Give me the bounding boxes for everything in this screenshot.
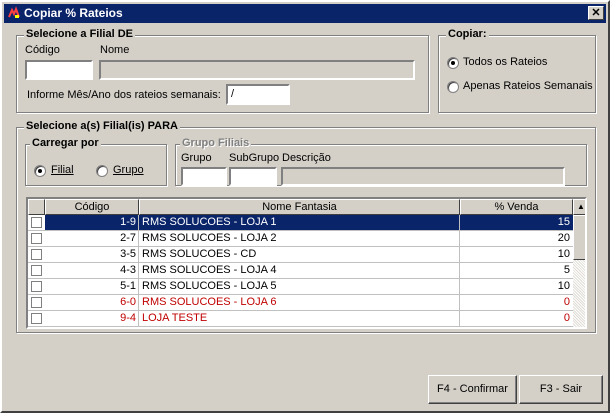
row-check-cell[interactable]: [28, 279, 45, 295]
grupo-filiais-legend: Grupo Filiais: [180, 137, 252, 149]
row-check-cell[interactable]: [28, 311, 45, 327]
venda-cell[interactable]: 10: [460, 279, 573, 295]
codigo-input[interactable]: [25, 60, 93, 80]
todos-rateios-radio[interactable]: [447, 57, 459, 69]
filiais-grid: Código Nome Fantasia % Venda 1-9 RMS SOLU…: [26, 197, 587, 329]
nome-field: [99, 60, 415, 80]
codigo-cell: 4-3: [45, 263, 139, 279]
row-checkbox[interactable]: [31, 297, 42, 308]
table-row[interactable]: 9-4 LOJA TESTE 0: [28, 311, 573, 327]
nome-cell: RMS SOLUCOES - LOJA 1: [139, 215, 460, 231]
copiar-group: Copiar: Todos os Rateios Apenas Rateios …: [438, 28, 596, 113]
nome-cell: RMS SOLUCOES - LOJA 2: [139, 231, 460, 247]
codigo-cell: 2-7: [45, 231, 139, 247]
header-nome-fantasia[interactable]: Nome Fantasia: [139, 199, 460, 215]
mes-ano-label: Informe Mês/Ano dos rateios semanais:: [27, 89, 221, 101]
nome-cell: RMS SOLUCOES - CD: [139, 247, 460, 263]
table-row[interactable]: 3-5 RMS SOLUCOES - CD 10: [28, 247, 573, 263]
descricao-label: Descrição: [282, 152, 331, 164]
codigo-cell: 3-5: [45, 247, 139, 263]
close-button[interactable]: ✕: [588, 6, 604, 20]
descricao-field: [281, 167, 565, 186]
row-checkbox[interactable]: [31, 233, 42, 244]
row-check-cell[interactable]: [28, 231, 45, 247]
header-codigo[interactable]: Código: [45, 199, 139, 215]
row-check-cell[interactable]: [28, 295, 45, 311]
scroll-up-icon[interactable]: ▲: [573, 199, 585, 215]
nome-label: Nome: [100, 44, 130, 56]
nome-cell: LOJA TESTE: [139, 311, 460, 327]
filial-radio-label[interactable]: Filial: [51, 164, 74, 176]
venda-cell[interactable]: 0: [460, 295, 573, 311]
nome-cell: RMS SOLUCOES - LOJA 5: [139, 279, 460, 295]
mes-ano-input[interactable]: /: [226, 84, 290, 105]
table-row[interactable]: 5-1 RMS SOLUCOES - LOJA 5 10: [28, 279, 573, 295]
row-check-cell[interactable]: [28, 215, 45, 231]
table-row[interactable]: 6-0 RMS SOLUCOES - LOJA 60: [28, 295, 573, 311]
venda-cell[interactable]: 15: [460, 215, 573, 231]
nome-cell: RMS SOLUCOES - LOJA 4: [139, 263, 460, 279]
row-checkbox[interactable]: [31, 313, 42, 324]
grupo-radio[interactable]: [96, 165, 108, 177]
codigo-cell: 1-9: [45, 215, 139, 231]
title-bar[interactable]: Copiar % Rateios ✕: [4, 4, 606, 23]
codigo-cell: 5-1: [45, 279, 139, 295]
codigo-label: Código: [25, 44, 60, 56]
venda-cell[interactable]: 0: [460, 311, 573, 327]
row-check-cell[interactable]: [28, 247, 45, 263]
grupo-input[interactable]: [181, 167, 227, 186]
nome-cell: RMS SOLUCOES - LOJA 6: [139, 295, 460, 311]
table-row[interactable]: 4-3 RMS SOLUCOES - LOJA 45: [28, 263, 573, 279]
grupo-filiais-group: Grupo Filiais Grupo SubGrupo Descrição: [175, 137, 587, 186]
grupo-label: Grupo: [181, 152, 212, 164]
codigo-cell: 6-0: [45, 295, 139, 311]
rateios-semanais-radio[interactable]: [447, 81, 459, 93]
filial-de-group: Selecione a Filial DE Código Nome Inform…: [16, 28, 429, 113]
venda-cell[interactable]: 5: [460, 263, 573, 279]
window-title: Copiar % Rateios: [24, 6, 123, 20]
carregar-por-legend: Carregar por: [30, 137, 101, 149]
venda-cell[interactable]: 20: [460, 231, 573, 247]
rateios-semanais-label[interactable]: Apenas Rateios Semanais: [463, 80, 593, 92]
grupo-radio-label[interactable]: Grupo: [113, 164, 144, 176]
filial-de-legend: Selecione a Filial DE: [24, 28, 135, 40]
app-icon: [7, 6, 21, 20]
header-check: [28, 199, 45, 215]
carregar-por-group: Carregar por Filial Grupo: [25, 137, 167, 186]
filial-radio[interactable]: [34, 165, 46, 177]
header-venda[interactable]: % Venda: [460, 199, 573, 215]
row-checkbox[interactable]: [31, 281, 42, 292]
table-row[interactable]: 2-7 RMS SOLUCOES - LOJA 2 20: [28, 231, 573, 247]
todos-rateios-label[interactable]: Todos os Rateios: [463, 56, 547, 68]
subgrupo-input[interactable]: [229, 167, 277, 186]
confirmar-button[interactable]: F4 - Confirmar: [428, 375, 517, 404]
grid-scrollbar[interactable]: ▲: [573, 199, 585, 327]
copiar-legend: Copiar:: [446, 28, 489, 40]
table-row[interactable]: 1-9 RMS SOLUCOES - LOJA 1 15: [28, 215, 573, 231]
subgrupo-label: SubGrupo: [229, 152, 280, 164]
grid-header: Código Nome Fantasia % Venda: [28, 199, 573, 215]
sair-button[interactable]: F3 - Sair: [519, 375, 603, 404]
venda-cell[interactable]: 10: [460, 247, 573, 263]
copiar-rateios-window: Copiar % Rateios ✕ Selecione a Filial DE…: [0, 0, 610, 413]
row-checkbox[interactable]: [31, 265, 42, 276]
filial-para-legend: Selecione a(s) Filial(is) PARA: [24, 120, 181, 132]
row-check-cell[interactable]: [28, 263, 45, 279]
row-checkbox[interactable]: [31, 249, 42, 260]
scroll-thumb[interactable]: [573, 215, 585, 260]
row-checkbox[interactable]: [31, 217, 42, 228]
codigo-cell: 9-4: [45, 311, 139, 327]
